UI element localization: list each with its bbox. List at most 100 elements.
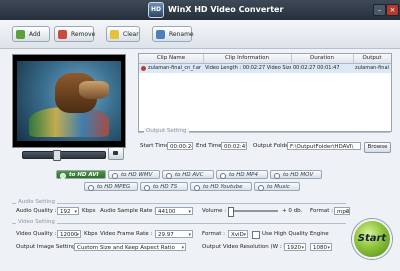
- tab-label: to HD AVI: [69, 172, 99, 178]
- toolbar: Add Remove Clear Rename: [0, 20, 400, 49]
- title-bar: HD WinX HD Video Converter – ×: [0, 0, 400, 20]
- volume-slider-handle[interactable]: [228, 207, 234, 217]
- video-setting-label: Video Setting: [16, 219, 57, 225]
- file-list-header: Clip Name Clip Information Duration Outp…: [139, 54, 391, 64]
- radio-icon: [60, 173, 66, 179]
- snapshot-button[interactable]: [108, 147, 124, 160]
- video-frame-rate-select[interactable]: 29.97: [155, 230, 193, 238]
- column-header-output[interactable]: Output: [353, 54, 391, 63]
- volume-value: + 0 db.: [282, 208, 303, 214]
- start-time-input[interactable]: 00:00:24: [167, 142, 193, 150]
- rename-icon: [156, 30, 165, 39]
- resolution-height-select[interactable]: 1080: [310, 243, 332, 251]
- tab-to-hd-wmv[interactable]: to HD WMV: [108, 170, 160, 179]
- output-folder-input[interactable]: F:\OutputFolder\HDAVI\: [287, 142, 361, 150]
- seek-bar[interactable]: [22, 150, 106, 161]
- audio-format-select[interactable]: mp3: [334, 207, 350, 215]
- radio-icon: [88, 185, 94, 191]
- browse-button[interactable]: Browse: [364, 142, 391, 153]
- remove-label: Remove: [71, 31, 96, 38]
- audio-sample-rate-label: Audio Sample Rate :: [100, 208, 156, 214]
- minimize-button[interactable]: –: [373, 4, 386, 16]
- character-head-shape: [55, 73, 109, 113]
- video-quality-select[interactable]: 12000: [57, 230, 81, 238]
- column-header-duration[interactable]: Duration: [291, 54, 354, 63]
- mask-shape: [79, 81, 109, 99]
- output-cell: zulaman-final: [355, 65, 389, 71]
- audio-quality-label: Audio Quality :: [16, 208, 57, 214]
- audio-setting-label: Audio Setting: [16, 199, 58, 205]
- table-row[interactable]: zulaman-final_cn_f.ar Video Length : 00:…: [139, 64, 391, 73]
- preview-frame-image: [17, 61, 121, 141]
- add-button[interactable]: Add: [12, 26, 50, 42]
- tab-to-hd-youtube[interactable]: to HD Youtube: [190, 182, 252, 191]
- add-label: Add: [29, 31, 41, 38]
- radio-icon: [220, 173, 226, 179]
- seek-handle[interactable]: [53, 150, 61, 161]
- high-quality-engine-checkbox[interactable]: [252, 231, 260, 239]
- output-resolution-label: Output Video Resolution (W : H) :: [202, 244, 294, 250]
- end-time-input[interactable]: 00:02:45: [221, 142, 247, 150]
- volume-label: Volume :: [202, 208, 227, 214]
- high-quality-engine-label: Use High Quality Engine: [262, 231, 329, 237]
- tab-to-hd-mpeg[interactable]: to HD MPEG: [84, 182, 138, 191]
- column-header-clip-info[interactable]: Clip Information: [203, 54, 292, 63]
- audio-sample-rate-select[interactable]: 44100: [155, 207, 193, 215]
- video-quality-label: Video Quality :: [16, 231, 57, 237]
- tab-to-hd-mov[interactable]: to HD MOV: [270, 170, 322, 179]
- tab-label: to HD MP4: [229, 172, 258, 178]
- remove-button[interactable]: Remove: [54, 26, 96, 42]
- app-logo-icon: HD: [148, 2, 164, 18]
- tab-to-music[interactable]: to Music: [254, 182, 300, 191]
- remove-icon: [58, 30, 67, 39]
- audio-format-label: Format :: [310, 208, 333, 214]
- close-button[interactable]: ×: [386, 4, 399, 16]
- radio-icon: [274, 173, 280, 179]
- output-image-setting-select[interactable]: Custom Size and Keep Aspect Ratio: [74, 243, 186, 251]
- clear-button[interactable]: Clear: [106, 26, 140, 42]
- video-file-icon: [141, 66, 146, 71]
- tab-to-hd-mp4[interactable]: to HD MP4: [216, 170, 268, 179]
- file-list[interactable]: Clip Name Clip Information Duration Outp…: [138, 53, 392, 132]
- start-button[interactable]: Start: [352, 219, 392, 259]
- tab-to-hd-ts[interactable]: to HD TS: [140, 182, 188, 191]
- rename-label: Rename: [169, 31, 194, 38]
- clip-name-cell: zulaman-final_cn_f.ar: [148, 65, 201, 71]
- tab-label: to Music: [267, 184, 290, 190]
- tab-label: to HD MOV: [283, 172, 314, 178]
- audio-setting-divider: [12, 203, 346, 204]
- tab-label: to HD WMV: [121, 172, 153, 178]
- tab-to-hd-avc[interactable]: to HD AVC: [162, 170, 214, 179]
- tab-label: to HD TS: [153, 184, 178, 190]
- video-kbps-label: Kbps: [84, 231, 98, 237]
- resolution-width-select[interactable]: 1920: [284, 243, 306, 251]
- radio-icon: [194, 185, 200, 191]
- radio-icon: [258, 185, 264, 191]
- tab-label: to HD MPEG: [97, 184, 131, 190]
- radio-icon: [112, 173, 118, 179]
- tab-label: to HD AVC: [175, 172, 204, 178]
- duration-cell: 00:02:27 00:01:47: [293, 65, 340, 71]
- tab-to-hd-avi[interactable]: to HD AVI: [56, 170, 106, 179]
- video-setting-divider: [12, 223, 346, 224]
- column-header-clip-name[interactable]: Clip Name: [139, 54, 204, 63]
- video-format-select[interactable]: XviD: [228, 230, 248, 238]
- video-format-label: Format :: [202, 231, 225, 237]
- main-window: HD WinX HD Video Converter – × Add Remov…: [0, 0, 400, 271]
- video-frame-rate-label: Video Frame Rate :: [100, 231, 153, 237]
- output-setting-label: Output Setting: [144, 128, 189, 134]
- rename-button[interactable]: Rename: [152, 26, 194, 42]
- audio-quality-select[interactable]: 192: [57, 207, 79, 215]
- clear-label: Clear: [123, 31, 139, 38]
- clip-info-cell: Video Length : 00:02:27 Video Size : 128…: [205, 65, 291, 71]
- volume-slider[interactable]: [228, 207, 278, 217]
- audio-kbps-label: Kbps: [82, 208, 96, 214]
- output-image-setting-label: Output Image Setting :: [16, 244, 80, 250]
- clear-icon: [110, 30, 119, 39]
- app-title: WinX HD Video Converter: [168, 5, 284, 14]
- radio-icon: [166, 173, 172, 179]
- camera-icon: [113, 151, 118, 155]
- radio-icon: [144, 185, 150, 191]
- tab-label: to HD Youtube: [203, 184, 243, 190]
- video-preview: [12, 54, 126, 148]
